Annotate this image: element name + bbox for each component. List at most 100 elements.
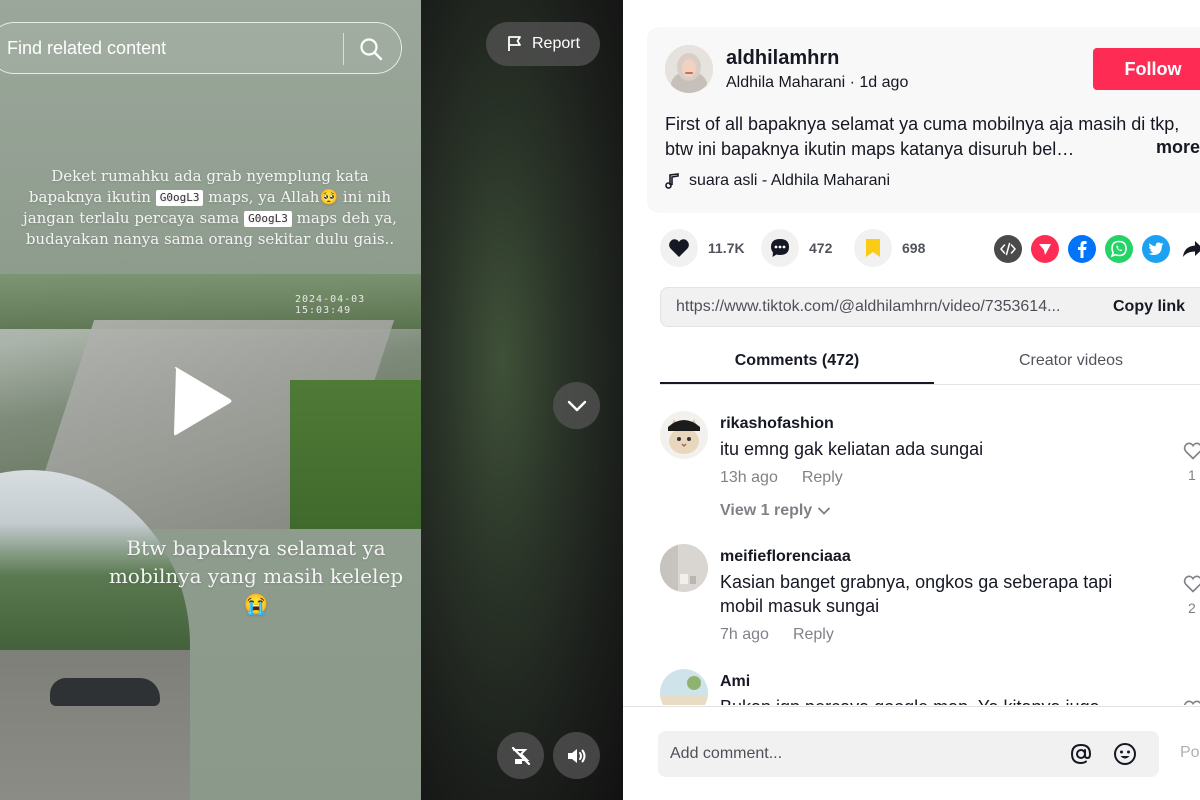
comment-heart-icon[interactable]: [1183, 574, 1200, 594]
favorite-count: 698: [902, 240, 926, 256]
music-note-icon: [665, 173, 679, 189]
chevron-down-icon: [818, 507, 831, 515]
follow-button[interactable]: Follow: [1093, 48, 1200, 90]
comment-heart-icon[interactable]: [1183, 441, 1200, 461]
paper-plane-icon: [1039, 244, 1051, 255]
post-comment-button[interactable]: Po: [1180, 744, 1200, 762]
comment-like-count: 2: [1188, 600, 1196, 616]
comment-text: Kasian banget grabnya, ongkos ga seberap…: [720, 572, 1113, 616]
tab-comments[interactable]: Comments (472): [660, 340, 934, 385]
emoji-icon[interactable]: [1113, 742, 1137, 766]
comment-button[interactable]: 472: [761, 229, 832, 267]
video-player[interactable]: 2024-04-03 15:03:49 Deket rumahku ada gr…: [0, 0, 623, 800]
favorite-icon-circle[interactable]: [854, 229, 892, 267]
comment-icon-circle[interactable]: [761, 229, 799, 267]
comment-avatar[interactable]: [660, 669, 708, 705]
like-icon-circle[interactable]: [660, 229, 698, 267]
comment-text: Bukan jgn percaya google map. Ya kitanya…: [720, 695, 1160, 705]
share-arrow-icon[interactable]: [1179, 235, 1200, 263]
flag-icon: [508, 36, 521, 51]
search-input[interactable]: Find related content: [0, 22, 402, 74]
cat-avatar-image: [660, 411, 708, 459]
floating-player-icon: [511, 746, 530, 765]
mention-icon[interactable]: [1069, 742, 1093, 766]
caption-emoji: 😭: [243, 592, 269, 616]
caption-line: Btw bapaknya selamat ya: [126, 536, 386, 560]
cctv-grass: [290, 380, 421, 530]
video-frame[interactable]: 2024-04-03 15:03:49 Deket rumahku ada gr…: [0, 0, 421, 800]
search-placeholder: Find related content: [7, 38, 167, 58]
whatsapp-logo: [1110, 240, 1127, 258]
embed-icon[interactable]: [994, 235, 1022, 263]
video-caption-bottom: Btw bapaknya selamat ya mobilnya yang ma…: [96, 534, 416, 618]
reply-button[interactable]: Reply: [793, 626, 834, 644]
favorite-button[interactable]: 698: [854, 229, 925, 267]
caption-line: budayakan nanya sama orang sekitar dulu …: [25, 230, 395, 248]
facebook-icon[interactable]: [1068, 235, 1096, 263]
code-icon: [1000, 242, 1016, 256]
caption-line: jangan terlalu percaya sama G0ogL3 maps …: [10, 208, 410, 229]
comment-list: rikashofashion itu emng gak keliatan ada…: [623, 385, 1200, 705]
heart-icon: [669, 239, 689, 257]
next-video-button[interactable]: [553, 382, 600, 429]
caption-line: Deket rumahku ada grab nyemplung kata: [51, 167, 369, 185]
comment-avatar[interactable]: [660, 544, 708, 592]
comment-avatar[interactable]: [660, 411, 708, 459]
post-nickname[interactable]: Aldhila Maharani: [726, 74, 845, 91]
comment-username[interactable]: rikashofashion: [720, 415, 834, 433]
like-button[interactable]: 11.7K: [660, 229, 745, 267]
copy-link-box: https://www.tiktok.com/@aldhilamhrn/vide…: [660, 287, 1200, 327]
cctv-timestamp: 2024-04-03 15:03:49: [295, 294, 366, 316]
post-description: First of all bapaknya selamat ya cuma mo…: [665, 114, 1180, 159]
caption-line: mobilnya yang masih kelelep: [108, 564, 404, 588]
post-time: 1d ago: [859, 74, 909, 91]
beach-avatar-image: [660, 669, 708, 705]
tab-creator-videos[interactable]: Creator videos: [934, 340, 1200, 385]
reply-button[interactable]: Reply: [802, 469, 843, 487]
video-url: https://www.tiktok.com/@aldhilamhrn/vide…: [676, 298, 1061, 315]
avatar[interactable]: [665, 45, 713, 93]
like-count: 11.7K: [708, 240, 745, 256]
caption-text: maps, ya Allah🥺: [203, 188, 339, 206]
forward-arrow-icon: [1183, 241, 1200, 257]
video-caption-top: Deket rumahku ada grab nyemplung kata ba…: [10, 166, 410, 250]
floating-player-button[interactable]: [497, 732, 544, 779]
music-link[interactable]: suara asli - Aldhila Maharani: [665, 172, 890, 190]
comment-text: itu emng gak keliatan ada sungai: [720, 439, 984, 459]
facebook-logo: [1078, 241, 1087, 258]
whatsapp-icon[interactable]: [1105, 235, 1133, 263]
twitter-logo: [1148, 242, 1164, 255]
twitter-icon[interactable]: [1142, 235, 1170, 263]
comment-input[interactable]: Add comment...: [658, 731, 1159, 777]
post-author-line: Aldhila Maharani · 1d ago: [726, 74, 909, 91]
caption-tag: G0ogL3: [155, 190, 204, 206]
music-title: suara asli - Aldhila Maharani: [689, 172, 890, 189]
comment-like-count: 1: [1188, 467, 1196, 483]
comment-placeholder: Add comment...: [670, 745, 783, 762]
comment-heart-icon[interactable]: [1183, 699, 1200, 705]
chevron-down-icon: [567, 400, 586, 411]
room-avatar-image: [660, 544, 708, 592]
comment-icon: [771, 239, 789, 257]
report-button[interactable]: Report: [486, 22, 600, 66]
comment-username[interactable]: meifieflorenciaaa: [720, 548, 851, 566]
caption-text: bapaknya ikutin: [28, 188, 156, 206]
view-replies-label: View 1 reply: [720, 502, 813, 519]
copy-link-button[interactable]: Copy link: [1113, 298, 1185, 316]
post-username[interactable]: aldhilamhrn: [726, 47, 839, 70]
comment-username[interactable]: Ami: [720, 673, 750, 691]
view-replies-button[interactable]: View 1 reply: [720, 502, 831, 520]
active-tab-indicator: [660, 382, 934, 384]
caption-tag: G0ogL3: [244, 211, 292, 227]
comment-count: 472: [809, 240, 833, 256]
flood-water: [0, 650, 190, 800]
search-icon[interactable]: [359, 37, 383, 61]
caption-text: jangan terlalu percaya sama: [23, 209, 245, 227]
submerged-car: [50, 678, 160, 706]
play-icon[interactable]: [170, 365, 234, 437]
search-divider: [343, 33, 344, 65]
send-icon[interactable]: [1031, 235, 1059, 263]
caption-line: bapaknya ikutin G0ogL3 maps, ya Allah🥺 i…: [10, 187, 410, 208]
more-button[interactable]: more: [1152, 137, 1200, 158]
volume-button[interactable]: [553, 732, 600, 779]
